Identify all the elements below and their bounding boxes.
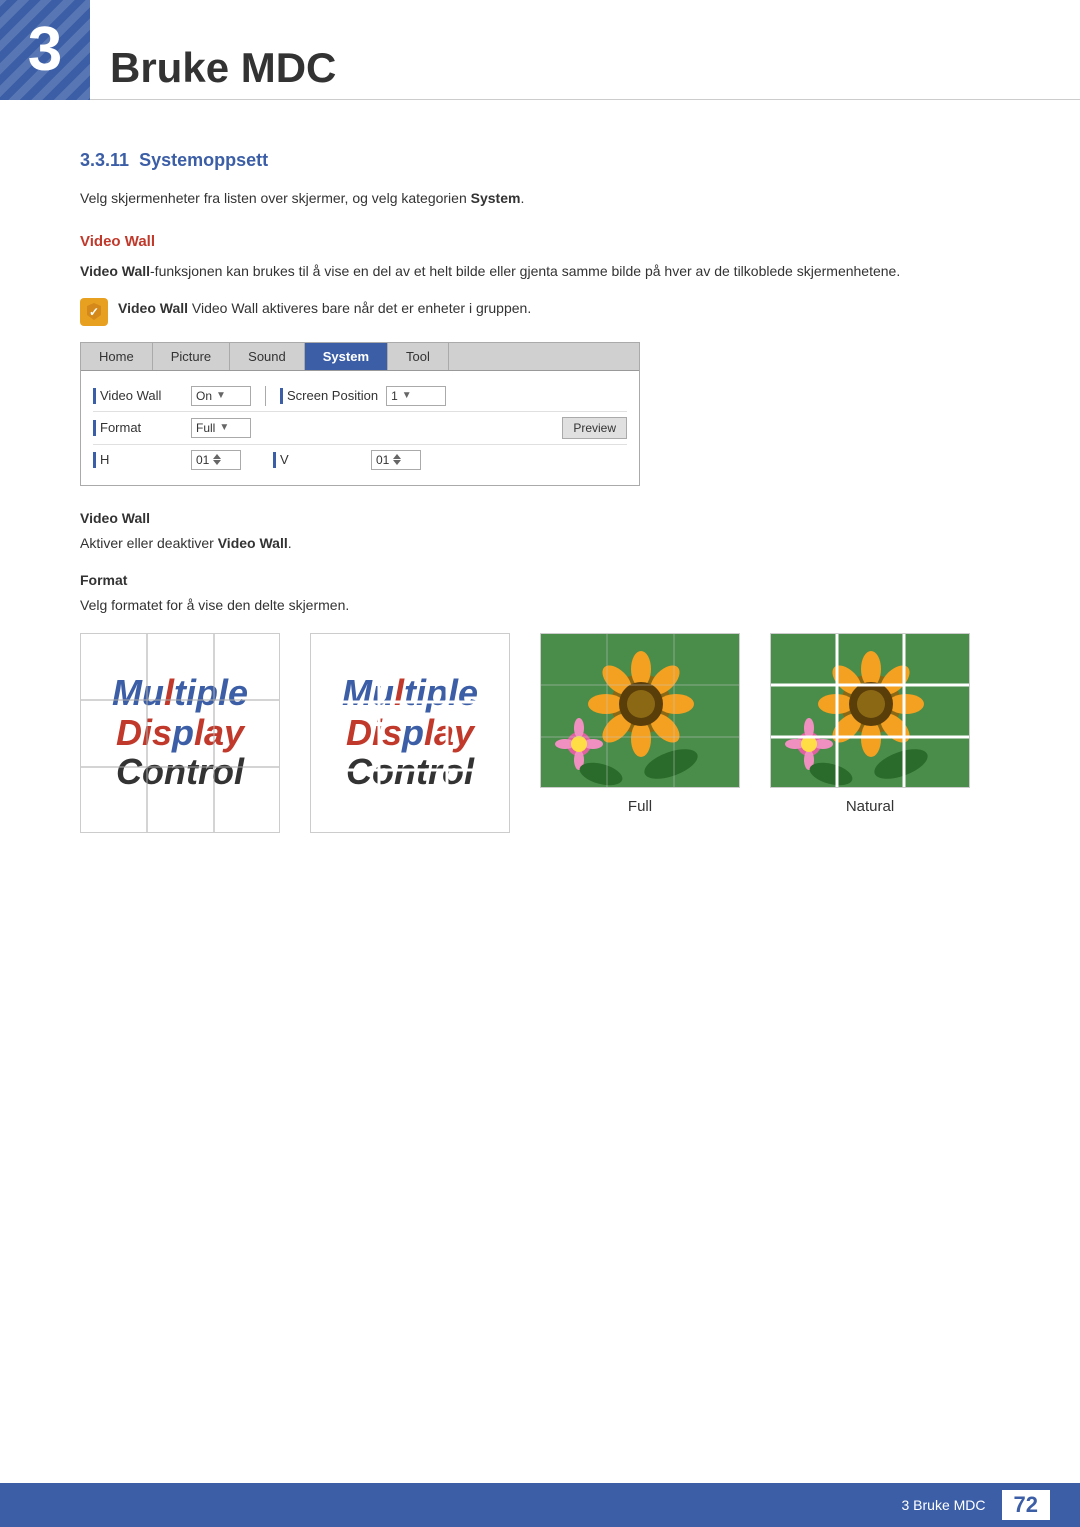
mdc-bar-v [273,452,276,468]
note-icon-svg: ✓ [84,302,104,322]
videowall-body: Video Wall-funksjonen kan brukes til å v… [80,260,1000,282]
dropdown-arrow-videowall: ▼ [216,390,226,401]
svg-text:✓: ✓ [89,305,99,319]
mdc-row-hv: H 01 V 01 [93,445,627,475]
mdc-panel: Home Picture Sound System Tool Video Wal… [80,342,640,486]
format-item-full-flower: Full [540,633,740,833]
format-label-natural: Natural [846,798,894,815]
chapter-number: 3 [28,19,62,81]
format-natural-logo: Multiple Display Control [310,633,510,833]
mdc-bar [93,388,96,404]
chapter-number-box: 3 [0,0,90,100]
mdc-bar-screenpos [280,388,283,404]
natural-grid-svg [311,634,509,832]
desc-format-text: Velg formatet for å vise den delte skjer… [80,594,1000,616]
mdc-separator [265,386,266,406]
desc-format-heading: Format [80,572,1000,588]
preview-button[interactable]: Preview [562,417,627,439]
videowall-bold: Video Wall [80,263,150,279]
mdc-bar-h [93,452,96,468]
note-text: Video Wall Video Wall aktiveres bare når… [118,297,531,319]
dropdown-arrow-format: ▼ [219,422,229,433]
full-grid-svg [81,634,279,832]
full-flower-box [540,633,740,788]
chapter-title: Bruke MDC [110,44,336,92]
format-item-natural-text: Multiple Display Control [310,633,510,833]
mdc-label-videowall: Video Wall [93,388,183,404]
natural-flower-box [770,633,970,788]
mdc-label-screenpos: Screen Position [280,388,378,404]
mdc-tabs: Home Picture Sound System Tool [81,343,639,371]
spinbox-h-up[interactable] [213,454,221,459]
mdc-select-format[interactable]: Full ▼ [191,418,251,438]
desc-videowall-heading: Video Wall [80,510,1000,526]
videowall-text: -funksjonen kan brukes til å vise en del… [150,263,900,279]
format-label-full: Full [628,798,652,815]
chapter-title-area: Bruke MDC [110,18,336,118]
spinbox-v-up[interactable] [393,454,401,459]
mdc-spinbox-v[interactable]: 01 [371,450,421,470]
mdc-bar-format [93,420,96,436]
dropdown-arrow-screenpos: ▼ [402,390,412,401]
mdc-row-videowall: Video Wall On ▼ Screen Position 1 ▼ [93,381,627,412]
page-footer: 3 Bruke MDC 72 [0,1483,1080,1527]
page-content: 3.3.11 Systemoppsett Velg skjermenheter … [0,100,1080,923]
tab-picture[interactable]: Picture [153,343,230,370]
section-intro: Velg skjermenheter fra listen over skjer… [80,187,1000,209]
spinbox-h-down[interactable] [213,460,221,465]
videowall-heading: Video Wall [80,233,1000,250]
spinbox-v-down[interactable] [393,460,401,465]
format-item-natural-flower: Natural [770,633,970,833]
section-title: Systemoppsett [139,150,268,170]
mdc-label-format: Format [93,420,183,436]
spinbox-h-buttons[interactable] [213,454,221,465]
full-flower-svg [541,634,740,788]
spinbox-v-buttons[interactable] [393,454,401,465]
tab-tool[interactable]: Tool [388,343,449,370]
format-item-full-text: Multiple Display Control [80,633,280,833]
format-images: Multiple Display Control Multiple Displa… [80,633,1000,833]
chapter-header: 3 Bruke MDC [0,0,1080,100]
format-full-logo: Multiple Display Control [80,633,280,833]
mdc-label-v: V [273,452,363,468]
tab-sound[interactable]: Sound [230,343,305,370]
tab-home[interactable]: Home [81,343,153,370]
mdc-label-h: H [93,452,183,468]
footer-page-number: 72 [1002,1490,1050,1520]
desc-videowall-text: Aktiver eller deaktiver Video Wall. [80,532,1000,554]
mdc-spinbox-h[interactable]: 01 [191,450,241,470]
section-heading: 3.3.11 Systemoppsett [80,150,1000,171]
mdc-select-screenpos[interactable]: 1 ▼ [386,386,446,406]
tab-system[interactable]: System [305,343,388,370]
mdc-row-format: Format Full ▼ Preview [93,412,627,445]
section-id: 3.3.11 [80,150,129,170]
mdc-body: Video Wall On ▼ Screen Position 1 ▼ [81,371,639,485]
note-icon: ✓ [80,298,108,326]
footer-text: 3 Bruke MDC [901,1497,985,1513]
mdc-select-videowall[interactable]: On ▼ [191,386,251,406]
note-box: ✓ Video Wall Video Wall aktiveres bare n… [80,297,1000,326]
natural-flower-svg [771,634,970,788]
